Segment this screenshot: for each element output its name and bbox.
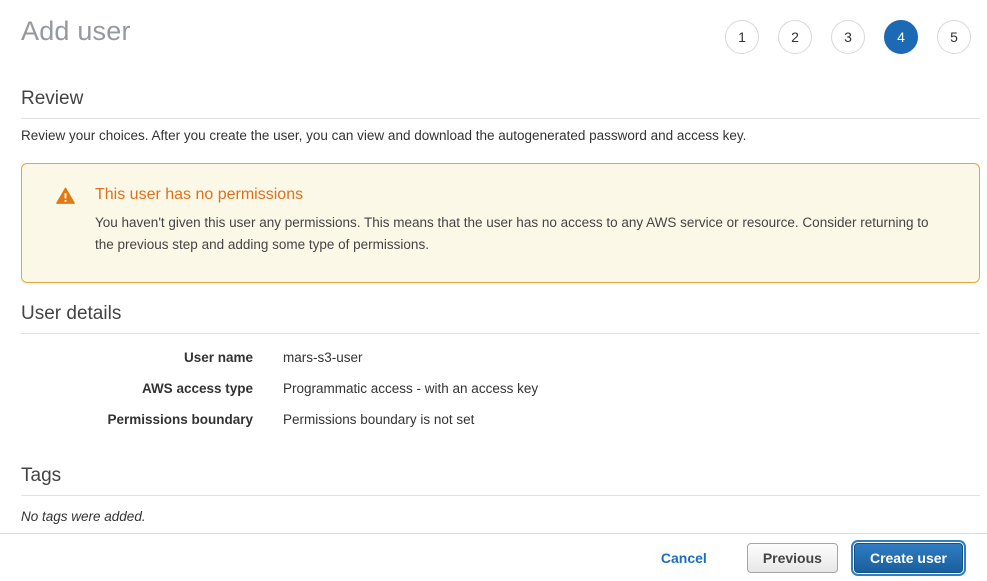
create-user-button[interactable]: Create user [854,543,963,573]
step-indicator-5: 5 [937,20,971,54]
review-section: Review Review your choices. After you cr… [21,88,980,143]
user-details-heading: User details [21,303,980,334]
user-name-value: mars-s3-user [283,350,363,365]
tags-empty-message: No tags were added. [21,509,980,524]
no-permissions-warning: This user has no permissions You haven't… [21,163,980,283]
user-name-label: User name [21,350,253,365]
warning-triangle-icon [56,187,75,205]
table-row: Permissions boundary Permissions boundar… [21,404,980,435]
access-type-label: AWS access type [21,381,253,396]
tags-heading: Tags [21,465,980,496]
warning-title: This user has no permissions [95,186,945,204]
permissions-boundary-value: Permissions boundary is not set [283,412,474,427]
step-indicator-3: 3 [831,20,865,54]
cancel-button[interactable]: Cancel [661,550,707,566]
page-title: Add user [21,16,131,47]
tags-section: Tags No tags were added. [21,465,980,524]
user-details-section: User details User name mars-s3-user AWS … [21,303,980,435]
review-heading: Review [21,88,980,119]
access-type-value: Programmatic access - with an access key [283,381,538,396]
wizard-footer: Cancel Previous Create user [0,533,987,581]
table-row: AWS access type Programmatic access - wi… [21,373,980,404]
review-description: Review your choices. After you create th… [21,128,980,143]
step-indicator-1: 1 [725,20,759,54]
step-indicator-4: 4 [884,20,918,54]
step-indicator: 1 2 3 4 5 [725,20,971,54]
permissions-boundary-label: Permissions boundary [21,412,253,427]
table-row: User name mars-s3-user [21,342,980,373]
add-user-wizard: Add user 1 2 3 4 5 Review Review your ch… [0,0,987,524]
user-details-table: User name mars-s3-user AWS access type P… [21,342,980,435]
wizard-header: Add user 1 2 3 4 5 [21,0,980,72]
warning-content: This user has no permissions You haven't… [95,186,945,256]
previous-button[interactable]: Previous [747,543,838,573]
step-indicator-2: 2 [778,20,812,54]
warning-body: You haven't given this user any permissi… [95,212,945,256]
